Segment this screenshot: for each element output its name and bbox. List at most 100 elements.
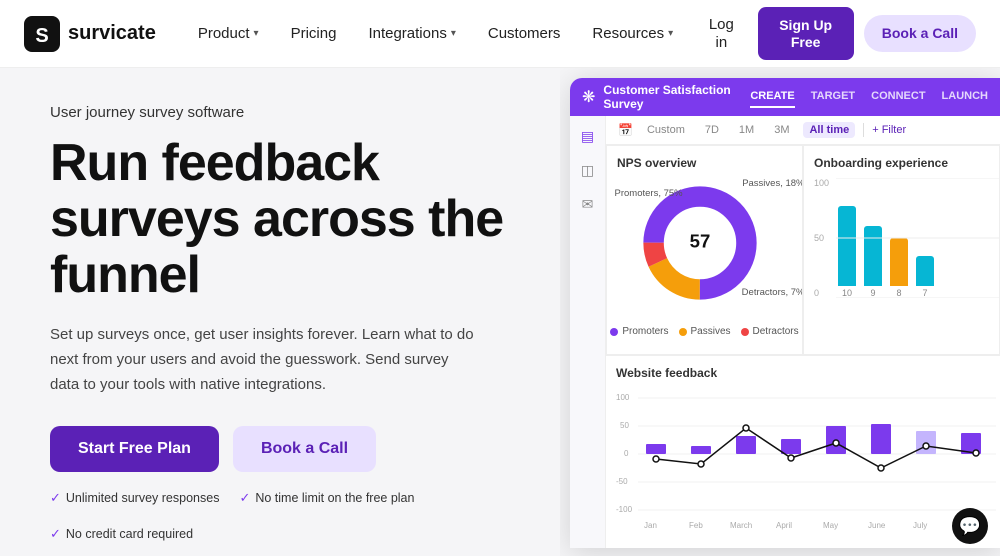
svg-text:0: 0 (624, 449, 629, 458)
y-axis: 100 50 0 (814, 178, 829, 298)
nav-right: Log in Sign Up Free Book a Call (695, 7, 976, 61)
legend-promoters: Promoters (610, 326, 668, 337)
website-feedback-chart: 100 50 0 -50 -100 (616, 388, 996, 533)
website-feedback-panel: Website feedback 100 50 0 -50 -100 (606, 355, 1000, 535)
filter-icon: 📅 (618, 123, 633, 137)
dashboard-logo-icon: ❋ (582, 87, 595, 107)
hero-section: User journey survey software Run feedbac… (0, 68, 560, 556)
bar-9: 9 (864, 226, 882, 298)
dashboard-card: ❋ Customer Satisfaction Survey CREATE TA… (570, 78, 1000, 548)
chevron-down-icon: ▾ (254, 28, 259, 39)
nav-customers[interactable]: Customers (474, 17, 575, 50)
signup-button[interactable]: Sign Up Free (758, 7, 854, 61)
check-icon: ✓ (50, 490, 61, 506)
trust-item-responses: ✓ Unlimited survey responses (50, 490, 219, 506)
tab-target[interactable]: TARGET (811, 86, 855, 108)
trust-badges: ✓ Unlimited survey responses ✓ No time l… (50, 490, 520, 542)
bar-value-9 (864, 226, 882, 286)
svg-text:-100: -100 (616, 505, 633, 514)
dashboard-preview: ❋ Customer Satisfaction Survey CREATE TA… (560, 68, 1000, 556)
legend-passives: Passives (679, 326, 731, 337)
onboarding-panel: Onboarding experience 100 50 0 (803, 145, 1000, 355)
promoters-label: Promoters, 75% (615, 188, 683, 199)
filter-custom[interactable]: Custom (641, 122, 691, 138)
svg-text:Jan: Jan (644, 521, 657, 530)
filter-1m[interactable]: 1M (733, 122, 760, 138)
onboarding-title: Onboarding experience (814, 156, 989, 170)
main-content: User journey survey software Run feedbac… (0, 68, 1000, 556)
filter-7d[interactable]: 7D (699, 122, 725, 138)
hero-description: Set up surveys once, get user insights f… (50, 323, 480, 397)
svg-text:Feb: Feb (689, 521, 703, 530)
bar-value-7 (916, 256, 934, 286)
hero-buttons: Start Free Plan Book a Call (50, 426, 520, 472)
navbar: S survicate Product ▾ Pricing Integratio… (0, 0, 1000, 68)
start-free-plan-button[interactable]: Start Free Plan (50, 426, 219, 472)
bar-7: 7 (916, 256, 934, 298)
hero-title: Run feedback surveys across the funnel (50, 135, 520, 303)
passives-label: Passives, 18% (742, 178, 803, 189)
svg-text:-50: -50 (616, 477, 628, 486)
bar-value-10 (838, 206, 856, 286)
logo-icon: S (24, 16, 60, 52)
nps-chart: 57 Promoters, 75% Passives, 18% Detracto… (617, 178, 792, 337)
brand-name: survicate (68, 22, 156, 45)
tab-create[interactable]: CREATE (750, 86, 794, 108)
trust-item-no-credit-card: ✓ No credit card required (50, 526, 193, 542)
passives-dot (679, 328, 687, 336)
nav-resources[interactable]: Resources ▾ (578, 17, 687, 50)
nps-panel: NPS overview (606, 145, 803, 355)
dashboard-sidebar: ▤ ◫ ✉ (570, 116, 606, 548)
check-icon: ✓ (50, 526, 61, 542)
nav-links: Product ▾ Pricing Integrations ▾ Custome… (184, 17, 687, 50)
filter-bar: 📅 Custom 7D 1M 3M All time + Filter (606, 116, 1000, 145)
filter-3m[interactable]: 3M (768, 122, 795, 138)
svg-text:July: July (913, 521, 927, 530)
svg-text:March: March (730, 521, 752, 530)
sidebar-chart-icon[interactable]: ▤ (578, 126, 598, 146)
book-call-button[interactable]: Book a Call (233, 426, 376, 472)
nps-donut: 57 Promoters, 75% Passives, 18% Detracto… (635, 178, 775, 318)
hero-eyebrow: User journey survey software (50, 104, 520, 121)
website-feedback-title: Website feedback (616, 366, 990, 380)
bar-8: 8 (890, 238, 908, 298)
svg-text:100: 100 (616, 393, 630, 402)
svg-text:S: S (35, 25, 48, 47)
chevron-down-icon: ▾ (668, 28, 673, 39)
filter-add-button[interactable]: + Filter (872, 124, 906, 136)
nav-pricing[interactable]: Pricing (277, 17, 351, 50)
legend-detractors: Detractors (741, 326, 799, 337)
sidebar-layout-icon[interactable]: ◫ (578, 160, 598, 180)
dashboard-survey-title: Customer Satisfaction Survey (603, 83, 742, 111)
chat-bubble-button[interactable]: 💬 (952, 508, 988, 544)
svg-text:May: May (823, 521, 838, 530)
nav-product[interactable]: Product ▾ (184, 17, 273, 50)
svg-text:June: June (868, 521, 886, 530)
detractors-dot (741, 328, 749, 336)
dashboard-content: 📅 Custom 7D 1M 3M All time + Filter NPS (606, 116, 1000, 548)
bar-value-8 (890, 238, 908, 286)
chevron-down-icon: ▾ (451, 28, 456, 39)
bar-10: 10 (838, 206, 856, 298)
svg-text:50: 50 (620, 421, 629, 430)
nav-book-call-button[interactable]: Book a Call (864, 15, 976, 52)
nps-title: NPS overview (617, 156, 792, 170)
login-button[interactable]: Log in (695, 8, 747, 60)
svg-text:April: April (776, 521, 792, 530)
tab-launch[interactable]: LAUNCH (942, 86, 988, 108)
filter-alltime[interactable]: All time (803, 122, 855, 138)
tab-connect[interactable]: CONNECT (871, 86, 925, 108)
logo[interactable]: S survicate (24, 16, 156, 52)
dashboard-body: ▤ ◫ ✉ 📅 Custom 7D 1M 3M All time (570, 116, 1000, 548)
filter-divider (863, 123, 864, 137)
promoters-dot (610, 328, 618, 336)
nav-integrations[interactable]: Integrations ▾ (354, 17, 469, 50)
check-icon: ✓ (239, 490, 250, 506)
dashboard-tabs: CREATE TARGET CONNECT LAUNCH (750, 86, 988, 108)
svg-text:57: 57 (689, 231, 710, 252)
nps-legend: Promoters Passives Detractors (610, 326, 798, 337)
trust-item-no-time-limit: ✓ No time limit on the free plan (239, 490, 414, 506)
dashboard-topbar: ❋ Customer Satisfaction Survey CREATE TA… (570, 78, 1000, 116)
detractors-label: Detractors, 7% (742, 287, 803, 298)
sidebar-mail-icon[interactable]: ✉ (578, 194, 598, 214)
